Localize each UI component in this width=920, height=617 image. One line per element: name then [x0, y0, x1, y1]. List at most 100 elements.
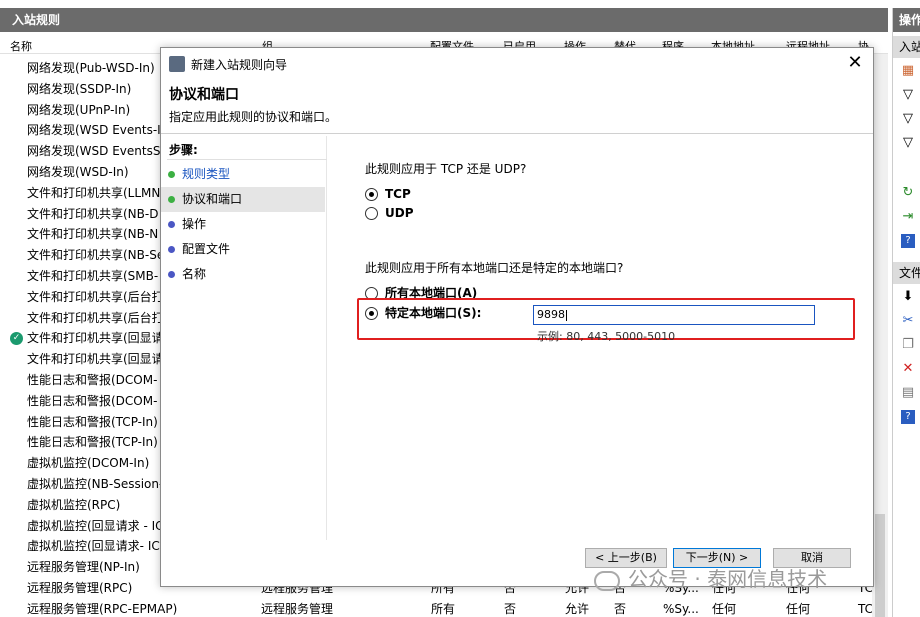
help-icon-2[interactable]: ? — [901, 410, 915, 424]
step-label: 配置文件 — [182, 242, 231, 256]
enabled-check-icon: ✓ — [10, 332, 23, 346]
rule-name: 性能日志和警报(DCOM- — [27, 372, 158, 387]
watermark-text: 公众号 · 泰网信息技术 — [628, 567, 828, 591]
table-row[interactable]: 远程服务管理(RPC-EPMAP) 远程服务管理 所有 否 允许 否 %Sy... 任何 任何 T… — [0, 599, 888, 617]
rules-scrollbar[interactable] — [872, 54, 888, 617]
rule-name: 远程服务管理(NP-In) — [27, 560, 140, 575]
step-profile[interactable]: 配置文件 — [161, 237, 325, 262]
dialog-window-title: 新建入站规则向导 — [191, 58, 288, 72]
rule-name: 网络发现(Pub-WSD-In) — [27, 61, 155, 75]
rule-name: 网络发现(UPnP-In) — [27, 102, 131, 117]
port-question: 此规则应用于所有本地端口还是特定的本地端口? — [365, 261, 624, 275]
actions-section-file[interactable]: 文件 — [893, 262, 920, 284]
step-name[interactable]: 名称 — [161, 262, 325, 287]
properties-icon[interactable]: ▤ — [901, 386, 915, 400]
radio-udp-label: UDP — [385, 206, 414, 220]
dialog-header: 协议和端口 指定应用此规则的协议和端口。 — [161, 80, 873, 134]
rules-pane-title: 入站规则 — [0, 8, 888, 32]
page-title: 协议和端口 — [169, 87, 239, 103]
dialog-titlebar: 新建入站规则向导 ✕ — [161, 48, 873, 80]
rule-name: 虚拟机监控(NB-Session- — [27, 476, 164, 491]
protocol-question: 此规则应用于 TCP 还是 UDP? — [365, 162, 527, 176]
steps-label: 步骤: — [169, 143, 198, 157]
actions-pane: 操作 入站 ▦ ▽ ▽ ▽ ↻ ⇥ ? 文件 ⬇ ✂ ❐ ✕ ▤ ? — [892, 8, 920, 617]
step-done-icon — [168, 171, 175, 178]
rule-name: 远程服务管理(RPC) — [27, 580, 133, 595]
rule-group: 远程服务管理 — [261, 601, 334, 616]
step-label: 名称 — [182, 267, 207, 281]
export-icon[interactable]: ⇥ — [901, 210, 915, 224]
radio-selected-icon — [365, 307, 378, 320]
rule-name: 文件和打印机共享(NB-Se — [27, 248, 165, 263]
rule-name: 远程服务管理(RPC-EPMAP) — [27, 601, 178, 616]
radio-udp[interactable]: UDP — [365, 205, 414, 221]
radio-empty-icon — [365, 207, 378, 220]
rule-name: 网络发现(WSD-In) — [27, 164, 129, 179]
rule-name: 虚拟机监控(回显请求 - IC — [27, 518, 164, 533]
step-todo-icon — [168, 221, 175, 228]
rule-name: 虚拟机监控(RPC) — [27, 497, 121, 512]
new-inbound-rule-wizard: 新建入站规则向导 ✕ 协议和端口 指定应用此规则的协议和端口。 步骤: 规则类型… — [160, 47, 874, 587]
radio-specific-ports-label: 特定本地端口(S): — [385, 306, 482, 320]
rule-name: 性能日志和警报(TCP-In) — [27, 414, 158, 429]
help-icon[interactable]: ? — [901, 234, 915, 248]
wizard-app-icon — [169, 56, 185, 72]
delete-icon[interactable]: ✕ — [901, 362, 915, 376]
port-input[interactable]: 9898 — [533, 305, 815, 325]
radio-tcp[interactable]: TCP — [365, 186, 411, 202]
rule-name: 文件和打印机共享(回显请 — [27, 352, 164, 367]
close-icon[interactable]: ✕ — [843, 51, 867, 75]
actions-section-inbound[interactable]: 入站 — [893, 36, 920, 58]
port-input-value: 9898 — [537, 308, 565, 321]
radio-selected-icon — [365, 188, 378, 201]
page-subtitle: 指定应用此规则的协议和端口。 — [169, 110, 338, 124]
rule-name: 文件和打印机共享(NB-N — [27, 227, 159, 242]
step-label: 协议和端口 — [182, 192, 243, 206]
rule-name: 文件和打印机共享(后台打 — [27, 289, 164, 304]
rule-proto: TC — [858, 601, 874, 616]
step-protocol-ports[interactable]: 协议和端口 — [161, 187, 325, 212]
rule-action: 允许 — [565, 601, 590, 616]
filter-state-icon[interactable]: ▽ — [901, 112, 915, 126]
rule-name: 文件和打印机共享(回显请 — [27, 331, 164, 346]
rule-name: 虚拟机监控(回显请求- IC — [27, 539, 160, 554]
rule-name: 虚拟机监控(DCOM-In) — [27, 456, 150, 471]
rule-name: 文件和打印机共享(LLMN — [27, 185, 161, 200]
step-action[interactable]: 操作 — [161, 212, 325, 237]
watermark: 公众号 · 泰网信息技术 — [594, 564, 827, 594]
radio-tcp-label: TCP — [385, 187, 411, 201]
step-label: 规则类型 — [182, 167, 231, 181]
rule-name: 文件和打印机共享(后台打 — [27, 310, 164, 325]
rule-profile: 所有 — [431, 601, 456, 616]
refresh-icon[interactable]: ↻ — [901, 186, 915, 200]
cut-icon[interactable]: ✂ — [901, 314, 915, 328]
rule-enabled: 否 — [504, 601, 517, 616]
step-label: 操作 — [182, 217, 207, 231]
rule-program: %Sy... — [663, 601, 699, 616]
rule-name: 网络发现(WSD Events-In) — [27, 123, 174, 138]
disable-rule-icon[interactable]: ⬇ — [901, 290, 915, 304]
radio-specific-ports[interactable]: 特定本地端口(S): — [365, 305, 481, 321]
rule-remote: 任何 — [786, 601, 811, 616]
step-todo-icon — [168, 246, 175, 253]
filter-profile-icon[interactable]: ▽ — [901, 88, 915, 102]
rule-override: 否 — [614, 601, 627, 616]
rule-local: 任何 — [712, 601, 737, 616]
step-current-icon — [168, 196, 175, 203]
wechat-icon — [594, 570, 620, 591]
rule-name: 性能日志和警报(TCP-In) — [27, 435, 158, 450]
column-name[interactable]: 名称 — [10, 38, 32, 54]
copy-icon[interactable]: ❐ — [901, 338, 915, 352]
step-rule-type[interactable]: 规则类型 — [161, 162, 325, 187]
text-cursor — [566, 309, 567, 321]
rule-name: 网络发现(SSDP-In) — [27, 81, 132, 96]
filter-group-icon[interactable]: ▽ — [901, 136, 915, 150]
new-rule-icon[interactable]: ▦ — [901, 64, 915, 78]
rule-name: 文件和打印机共享(NB-D — [27, 206, 159, 221]
steps-divider — [167, 159, 327, 160]
rules-scrollbar-thumb[interactable] — [875, 514, 885, 617]
actions-header: 操作 — [893, 8, 920, 32]
steps-panel: 步骤: 规则类型 协议和端口 操作 配置文件 名称 — [161, 136, 327, 540]
rule-name: 性能日志和警报(DCOM- — [27, 393, 158, 408]
rule-name: 文件和打印机共享(SMB- — [27, 268, 159, 283]
